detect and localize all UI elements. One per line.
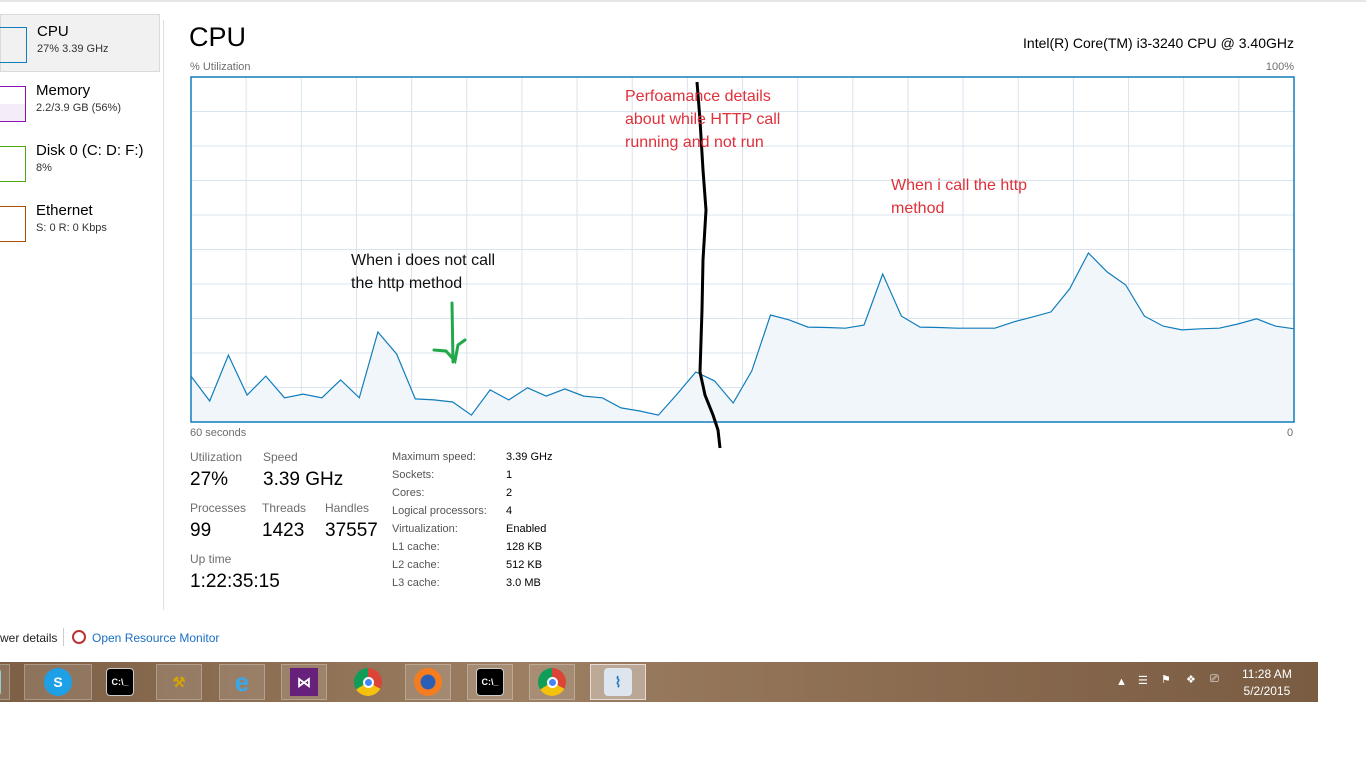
sidebar-item-cpu[interactable]: CPU 27% 3.39 GHz (0, 14, 160, 72)
spec-value: 1 (506, 469, 513, 481)
taskbar-calculator[interactable] (0, 664, 10, 700)
annotation-line: When i call the http (891, 177, 1028, 194)
resource-monitor-icon (72, 630, 86, 644)
speed-label: Speed (263, 450, 298, 464)
spec-value: 512 KB (506, 559, 543, 571)
uptime-label: Up time (190, 552, 232, 566)
clock[interactable]: 11:28 AM 5/2/2015 (1242, 667, 1292, 698)
taskbar-task-manager[interactable]: ⌇ (590, 664, 646, 700)
threads-value: 1423 (262, 520, 305, 541)
y-axis-label: % Utilization (190, 61, 251, 73)
annotation-right: When i call the http method (891, 174, 1027, 220)
sidebar-item-disk[interactable]: Disk 0 (C: D: F:) 8% (0, 134, 160, 192)
spec-value: 3.39 GHz (506, 451, 553, 463)
taskbar-firefox[interactable] (405, 664, 451, 700)
spec-label: Cores: (392, 487, 425, 499)
disk-thumbnail-graph (0, 146, 26, 182)
utilization-value: 27% (190, 469, 229, 490)
calculator-icon (0, 668, 1, 696)
spec-value: Enabled (506, 523, 547, 535)
chrome-icon (354, 668, 382, 696)
taskbar-chrome-2[interactable] (529, 664, 575, 700)
taskbar: S C:\_ ⚒ e ⋈ C:\_ ⌇ ▲ ☰ ⚑ ❖ ⎚ 11:28 AM 5… (0, 662, 1318, 702)
processor-name: Intel(R) Core(TM) i3-3240 CPU @ 3.40GHz (1023, 35, 1294, 51)
sidebar-item-title: Ethernet (36, 202, 93, 219)
spec-label: L1 cache: (392, 541, 440, 553)
annotation-line: running and not run (625, 134, 764, 151)
cpu-thumbnail-graph (0, 27, 27, 63)
taskbar-visual-studio[interactable]: ⋈ (281, 664, 327, 700)
action-center-flag-icon[interactable]: ⚑ (1161, 673, 1171, 686)
task-manager-icon: ⌇ (604, 668, 632, 696)
spec-label: Sockets: (392, 469, 435, 481)
sidebar-item-sub: S: 0 R: 0 Kbps (36, 222, 107, 234)
sidebar-item-memory[interactable]: Memory 2.2/3.9 GB (56%) (0, 74, 160, 132)
annotation-line: Perfoamance details (625, 88, 771, 105)
spec-label: Logical processors: (392, 505, 487, 517)
memory-thumbnail-graph (0, 86, 26, 122)
speed-value: 3.39 GHz (263, 469, 344, 490)
annotation-line: about while HTTP call (625, 111, 781, 128)
clock-date: 5/2/2015 (1243, 684, 1291, 698)
internet-explorer-icon: e (234, 666, 250, 697)
open-resource-monitor-link[interactable]: Open Resource Monitor (92, 631, 219, 645)
taskbar-internet-explorer[interactable]: e (219, 664, 265, 700)
sidebar-item-sub: 27% 3.39 GHz (37, 43, 109, 55)
taskbar-chrome[interactable] (345, 664, 391, 700)
spec-label: Virtualization: (392, 523, 458, 535)
sidebar-item-title: CPU (37, 23, 69, 40)
processes-label: Processes (190, 501, 247, 515)
footer-divider (63, 628, 64, 646)
handles-label: Handles (325, 501, 370, 515)
ethernet-thumbnail-graph (0, 206, 26, 242)
x-right-label: 0 (1287, 427, 1294, 439)
window-top-border (0, 0, 1366, 2)
command-prompt-icon: C:\_ (476, 668, 504, 696)
uptime-value: 1:22:35:15 (190, 571, 280, 592)
spec-value: 2 (506, 487, 513, 499)
page-title: CPU (189, 22, 247, 52)
sidebar-item-ethernet[interactable]: Ethernet S: 0 R: 0 Kbps (0, 194, 160, 252)
tools-icon: ⚒ (172, 673, 186, 690)
chrome-icon (538, 668, 566, 696)
fewer-details-link[interactable]: wer details (0, 631, 57, 645)
taskbar-command-prompt-2[interactable]: C:\_ (467, 664, 513, 700)
sidebar-item-sub: 8% (36, 162, 52, 174)
annotation-center: Perfoamance details about while HTTP cal… (625, 85, 780, 154)
annotation-line: the http method (351, 275, 463, 292)
utilization-label: Utilization (190, 450, 243, 464)
spec-value: 3.0 MB (506, 577, 541, 589)
network-storage-tray-icon[interactable]: ☰ (1138, 674, 1148, 687)
annotation-line: When i does not call (351, 252, 496, 269)
spec-label: L3 cache: (392, 577, 440, 589)
visual-studio-icon: ⋈ (290, 668, 318, 696)
taskbar-skype[interactable]: S (24, 664, 92, 700)
x-left-label: 60 seconds (190, 427, 247, 439)
sidebar-item-title: Memory (36, 82, 91, 99)
y-max-label: 100% (1265, 61, 1294, 73)
spec-value: 128 KB (506, 541, 543, 553)
show-hidden-icons-button[interactable]: ▲ (1116, 676, 1127, 688)
spec-label: L2 cache: (392, 559, 440, 571)
threads-label: Threads (262, 501, 307, 515)
annotation-line: method (891, 200, 945, 217)
spec-label: Maximum speed: (392, 451, 476, 463)
firefox-icon (414, 668, 442, 696)
command-prompt-icon: C:\_ (106, 668, 134, 696)
sidebar-divider (163, 20, 164, 610)
clock-time: 11:28 AM (1242, 667, 1292, 681)
taskbar-database-tools[interactable]: ⚒ (156, 664, 202, 700)
skype-icon: S (44, 668, 72, 696)
sidebar-item-title: Disk 0 (C: D: F:) (36, 142, 144, 159)
taskbar-command-prompt[interactable]: C:\_ (97, 664, 143, 700)
sidebar-item-sub: 2.2/3.9 GB (56%) (36, 102, 121, 114)
handles-value: 37557 (325, 520, 378, 541)
dropbox-tray-icon[interactable]: ❖ (1186, 673, 1196, 686)
annotation-left: When i does not call the http method (351, 249, 495, 295)
network-tray-icon[interactable]: ⎚ (1210, 673, 1219, 686)
processes-value: 99 (190, 520, 212, 541)
spec-value: 4 (506, 505, 513, 517)
